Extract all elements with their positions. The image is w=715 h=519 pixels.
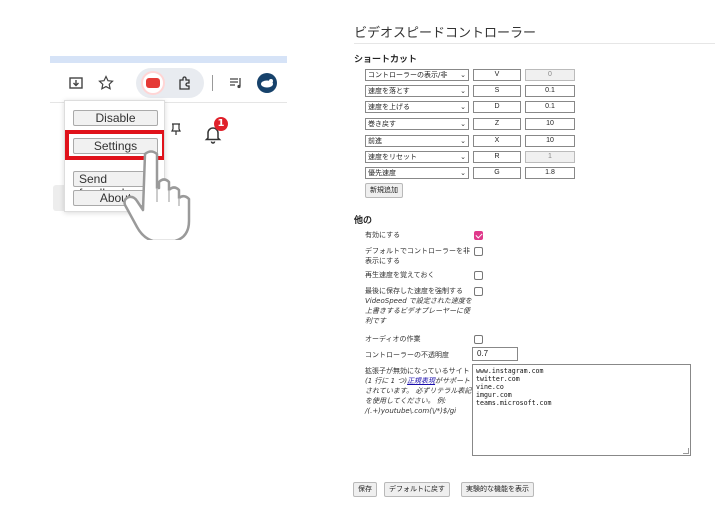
shortcut-key-input[interactable]: G bbox=[473, 167, 521, 179]
chevron-down-icon: ⌄ bbox=[460, 137, 466, 145]
shortcut-key-input[interactable]: X bbox=[473, 135, 521, 147]
extensions-puzzle-icon[interactable] bbox=[175, 73, 195, 93]
shortcut-key-input[interactable]: D bbox=[473, 101, 521, 113]
blacklist-label: 拡張子が無効になっているサイト (1 行に 1 つ)正規表現がサポートされていま… bbox=[365, 367, 472, 415]
chevron-down-icon: ⌄ bbox=[460, 103, 466, 111]
save-button[interactable]: 保存 bbox=[353, 482, 377, 497]
shortcut-action-select[interactable]: 速度をリセット ⌄ bbox=[365, 151, 469, 163]
video-speed-extension-icon[interactable] bbox=[141, 71, 165, 95]
media-control-icon[interactable] bbox=[226, 73, 246, 93]
browser-toolbar bbox=[50, 63, 287, 103]
shortcut-action-select[interactable]: 速度を上げる ⌄ bbox=[365, 101, 469, 113]
remember-speed-checkbox[interactable] bbox=[474, 271, 483, 280]
shortcut-value-input: 0 bbox=[525, 69, 575, 81]
shortcut-key-input[interactable]: S bbox=[473, 85, 521, 97]
opacity-label: コントローラーの不透明度 bbox=[365, 351, 449, 359]
chevron-down-icon: ⌄ bbox=[460, 71, 466, 79]
shortcut-value-input[interactable]: 10 bbox=[525, 118, 575, 130]
blacklist-textarea[interactable]: www.instagram.com twitter.com vine.co im… bbox=[472, 364, 691, 456]
shortcut-key-input[interactable]: R bbox=[473, 151, 521, 163]
title-divider bbox=[354, 43, 715, 44]
opacity-input[interactable]: 0.7 bbox=[472, 347, 518, 361]
hide-default-checkbox[interactable] bbox=[474, 247, 483, 256]
shortcuts-heading: ショートカット bbox=[354, 55, 418, 65]
shortcut-action-select[interactable]: 前進 ⌄ bbox=[365, 135, 469, 147]
profile-avatar-icon[interactable] bbox=[257, 73, 277, 93]
experimental-features-button[interactable]: 実験的な機能を表示 bbox=[461, 482, 534, 497]
audio-label: オーディオの作業 bbox=[365, 335, 421, 343]
shortcut-value-input[interactable]: 0.1 bbox=[525, 85, 575, 97]
resize-grip-icon[interactable] bbox=[683, 448, 689, 454]
force-speed-label: 最後に保存した速度を強制する VideoSpeed で設定された速度を上書きする… bbox=[365, 287, 472, 325]
hand-cursor-icon bbox=[123, 150, 191, 240]
shortcut-key-input[interactable]: V bbox=[473, 69, 521, 81]
remember-speed-label: 再生速度を覚えておく bbox=[365, 271, 435, 279]
pin-icon bbox=[170, 122, 182, 140]
chevron-down-icon: ⌄ bbox=[460, 153, 466, 161]
shortcut-value-input[interactable]: 10 bbox=[525, 135, 575, 147]
chevron-down-icon: ⌄ bbox=[460, 169, 466, 177]
enabled-label: 有効にする bbox=[365, 231, 401, 239]
add-shortcut-button[interactable]: 新規追加 bbox=[365, 183, 403, 198]
star-icon[interactable] bbox=[96, 73, 116, 93]
force-speed-hint: VideoSpeed で設定された速度を上書きするビデオプレーヤーに便利です bbox=[365, 297, 472, 325]
chevron-down-icon: ⌄ bbox=[460, 120, 466, 128]
toolbar-separator bbox=[212, 75, 213, 91]
shortcut-action-select[interactable]: コントローラーの表示/非 ⌄ bbox=[365, 69, 469, 81]
hide-default-label: デフォルトでコントローラーを非表示にする bbox=[365, 247, 470, 265]
shortcut-value-input[interactable]: 0.1 bbox=[525, 101, 575, 113]
other-heading: 他の bbox=[354, 216, 373, 226]
tab-strip bbox=[50, 56, 287, 63]
disable-button[interactable]: Disable bbox=[73, 110, 158, 126]
shortcut-value-input[interactable]: 1.8 bbox=[525, 167, 575, 179]
options-page: ビデオスピードコントローラー ショートカット コントローラーの表示/非 ⌄ V 0… bbox=[346, 0, 715, 519]
download-icon[interactable] bbox=[66, 73, 86, 93]
restore-defaults-button[interactable]: デフォルトに戻す bbox=[384, 482, 450, 497]
audio-checkbox[interactable] bbox=[474, 335, 483, 344]
page-title: ビデオスピードコントローラー bbox=[354, 26, 537, 41]
shortcut-action-select[interactable]: 巻き戻す ⌄ bbox=[365, 118, 469, 130]
shortcut-action-select[interactable]: 速度を落とす ⌄ bbox=[365, 85, 469, 97]
shortcut-value-input: 1 bbox=[525, 151, 575, 163]
browser-crop: 1 Disable Settings Send feedback About bbox=[0, 0, 300, 519]
shortcut-action-select[interactable]: 優先速度 ⌄ bbox=[365, 167, 469, 179]
regex-link[interactable]: 正規表現 bbox=[407, 377, 435, 385]
chevron-down-icon: ⌄ bbox=[460, 87, 466, 95]
force-speed-checkbox[interactable] bbox=[474, 287, 483, 296]
enabled-checkbox[interactable] bbox=[474, 231, 483, 240]
shortcut-key-input[interactable]: Z bbox=[473, 118, 521, 130]
notification-badge: 1 bbox=[214, 117, 228, 131]
